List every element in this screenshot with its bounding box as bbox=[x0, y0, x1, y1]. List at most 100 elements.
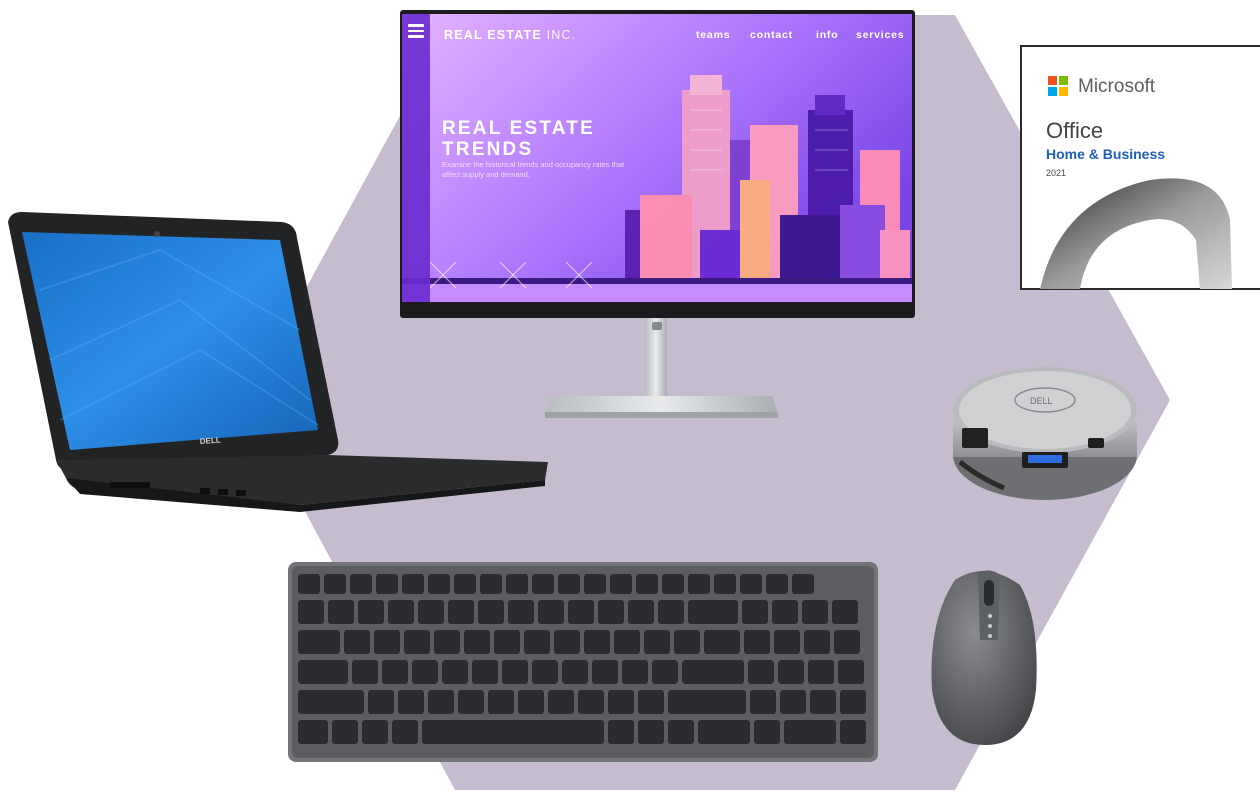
keyboard-key bbox=[808, 660, 834, 684]
office-product-name: Office bbox=[1046, 118, 1104, 143]
keyboard-key bbox=[584, 574, 606, 594]
keyboard-key bbox=[744, 630, 770, 654]
keyboard-key bbox=[674, 630, 700, 654]
keyboard-key bbox=[418, 600, 444, 624]
keyboard-key bbox=[362, 720, 388, 744]
wireless-mouse bbox=[931, 570, 1037, 745]
keyboard-key bbox=[350, 574, 372, 594]
keyboard-key bbox=[682, 660, 744, 684]
microsoft-wordmark: Microsoft bbox=[1078, 76, 1156, 97]
keyboard-key bbox=[412, 660, 438, 684]
keyboard-key bbox=[578, 690, 604, 714]
keyboard-key bbox=[494, 630, 520, 654]
keyboard-key bbox=[608, 720, 634, 744]
product-bundle-image: DELL DELL REAL ESTATE INC. teams contact… bbox=[0, 0, 1260, 796]
keyboard-key bbox=[398, 690, 424, 714]
keyboard-key bbox=[374, 630, 400, 654]
keyboard-key bbox=[298, 600, 324, 624]
usb-c-dock: DELL bbox=[953, 367, 1137, 500]
keyboard-key bbox=[428, 690, 454, 714]
keyboard-key bbox=[748, 660, 774, 684]
keyboard-key bbox=[804, 630, 830, 654]
keyboard-key bbox=[404, 630, 430, 654]
keyboard-key bbox=[832, 600, 858, 624]
keyboard-key bbox=[472, 660, 498, 684]
keyboard-key bbox=[434, 630, 460, 654]
monitor-screen-website: REAL ESTATE INC. teams contact info serv… bbox=[402, 14, 912, 302]
site-brand: REAL ESTATE INC. bbox=[444, 28, 577, 42]
keyboard-key bbox=[610, 574, 632, 594]
keyboard-key bbox=[598, 600, 624, 624]
keyboard-key bbox=[332, 720, 358, 744]
keyboard-key bbox=[562, 660, 588, 684]
keyboard-key bbox=[368, 690, 394, 714]
keyboard-key bbox=[448, 600, 474, 624]
keyboard-key bbox=[454, 574, 476, 594]
keyboard-key bbox=[344, 630, 370, 654]
keyboard-key bbox=[628, 600, 654, 624]
keyboard-key bbox=[458, 690, 484, 714]
keyboard-key bbox=[652, 660, 678, 684]
keyboard-key bbox=[780, 690, 806, 714]
keyboard-key bbox=[834, 630, 860, 654]
keyboard-key bbox=[668, 720, 694, 744]
keyboard-key bbox=[688, 574, 710, 594]
keyboard-key bbox=[584, 630, 610, 654]
keyboard-key bbox=[298, 630, 340, 654]
keyboard-key bbox=[774, 630, 800, 654]
keyboard-key bbox=[802, 600, 828, 624]
keyboard-key bbox=[658, 600, 684, 624]
keyboard-key bbox=[532, 660, 558, 684]
keyboard-key bbox=[638, 720, 664, 744]
keyboard-key bbox=[704, 630, 740, 654]
keyboard-key bbox=[608, 690, 634, 714]
keyboard-key bbox=[392, 720, 418, 744]
keyboard-key bbox=[298, 574, 320, 594]
keyboard-key bbox=[402, 574, 424, 594]
keyboard-key bbox=[792, 574, 814, 594]
wireless-keyboard bbox=[288, 562, 878, 762]
keyboard-key bbox=[614, 630, 640, 654]
laptop-brand-logo: DELL bbox=[200, 436, 222, 446]
keyboard-key bbox=[554, 630, 580, 654]
hero-subtitle: Examine the historical trends and occupa… bbox=[442, 160, 625, 179]
keyboard-key bbox=[668, 690, 746, 714]
keyboard-key bbox=[568, 600, 594, 624]
keyboard-key bbox=[548, 690, 574, 714]
keyboard-key bbox=[298, 660, 348, 684]
keyboard-key bbox=[636, 574, 658, 594]
keyboard-key bbox=[298, 690, 364, 714]
keyboard-key bbox=[508, 600, 534, 624]
keyboard-key bbox=[388, 600, 414, 624]
nav-link-services: services bbox=[856, 29, 905, 41]
keyboard-key bbox=[558, 574, 580, 594]
keyboard-key bbox=[382, 660, 408, 684]
office-year: 2021 bbox=[1046, 168, 1067, 178]
keyboard-key bbox=[538, 600, 564, 624]
keyboard-key bbox=[622, 660, 648, 684]
keyboard-key bbox=[698, 720, 750, 744]
keyboard-key bbox=[506, 574, 528, 594]
keyboard-key bbox=[766, 574, 788, 594]
keyboard-key bbox=[740, 574, 762, 594]
keyboard-key bbox=[784, 720, 836, 744]
dock-brand-logo: DELL bbox=[1030, 396, 1053, 406]
keyboard-key bbox=[358, 600, 384, 624]
keyboard-key bbox=[840, 720, 866, 744]
keyboard-key bbox=[810, 690, 836, 714]
keyboard-key bbox=[488, 690, 514, 714]
keyboard-key bbox=[352, 660, 378, 684]
keyboard-key bbox=[754, 720, 780, 744]
keyboard-key bbox=[750, 690, 776, 714]
keyboard-key bbox=[838, 660, 864, 684]
keyboard-key bbox=[328, 600, 354, 624]
office-edition: Home & Business bbox=[1046, 146, 1166, 162]
keyboard-key bbox=[524, 630, 550, 654]
keyboard-key bbox=[376, 574, 398, 594]
keyboard-key bbox=[778, 660, 804, 684]
nav-link-info: info bbox=[816, 29, 839, 41]
keyboard-key bbox=[428, 574, 450, 594]
keyboard-key bbox=[742, 600, 768, 624]
keyboard-key bbox=[714, 574, 736, 594]
nav-link-contact: contact bbox=[750, 29, 793, 41]
